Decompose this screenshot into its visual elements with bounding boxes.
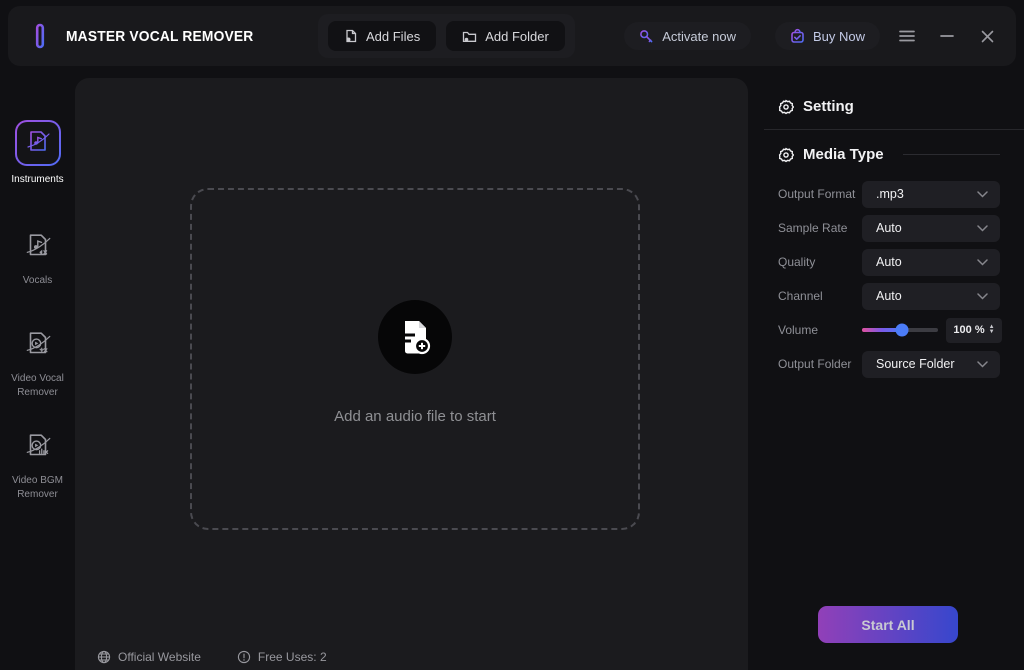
official-website-label: Official Website	[118, 650, 201, 664]
settings-panel: Setting Media Type Output Format .mp3 Sa…	[764, 78, 1024, 670]
audio-drop-zone[interactable]: Add an audio file to start	[190, 188, 640, 530]
add-files-label: Add Files	[366, 29, 420, 44]
add-files-button[interactable]: Add Files	[328, 21, 436, 51]
channel-value: Auto	[876, 289, 977, 303]
free-uses-label: Free Uses: 2	[258, 650, 327, 664]
channel-label: Channel	[778, 289, 862, 303]
output-folder-label: Output Folder	[778, 357, 862, 371]
app-logo: MASTER VOCAL REMOVER	[24, 20, 270, 52]
sidebar-label: Instruments	[11, 173, 63, 187]
sample-rate-label: Sample Rate	[778, 221, 862, 235]
info-icon	[237, 650, 251, 664]
sidebar-item-video-vocal-remover[interactable]: Video Vocal Remover	[3, 325, 73, 399]
drop-hint-text: Add an audio file to start	[192, 408, 638, 425]
globe-icon	[97, 650, 111, 664]
chevron-down-icon	[977, 361, 988, 368]
video-vocal-remover-icon	[18, 325, 58, 365]
volume-row: Volume 100 % ▲▼	[764, 313, 1024, 347]
chevron-down-icon	[977, 293, 988, 300]
channel-select[interactable]: Auto	[862, 283, 1000, 310]
add-folder-button[interactable]: Add Folder	[446, 21, 565, 51]
chevron-down-icon	[977, 225, 988, 232]
output-format-row: Output Format .mp3	[764, 177, 1024, 211]
app-title: MASTER VOCAL REMOVER	[66, 28, 253, 45]
media-type-title: Media Type	[803, 146, 884, 163]
buy-now-label: Buy Now	[813, 29, 865, 44]
quality-value: Auto	[876, 255, 977, 269]
quality-label: Quality	[778, 255, 862, 269]
free-uses-indicator: Free Uses: 2	[237, 650, 327, 664]
volume-spinbox[interactable]: 100 % ▲▼	[946, 318, 1002, 343]
setting-gear-icon	[778, 99, 794, 115]
output-format-select[interactable]: .mp3	[862, 181, 1000, 208]
sidebar-item-instruments[interactable]: Instruments	[3, 120, 73, 187]
activate-now-button[interactable]: Activate now	[624, 22, 751, 50]
main-panel: Add an audio file to start Official Webs…	[75, 78, 748, 670]
quality-select[interactable]: Auto	[862, 249, 1000, 276]
add-button-group: Add Files Add Folder	[318, 14, 575, 58]
chevron-down-icon	[977, 191, 988, 198]
buy-now-button[interactable]: Buy Now	[775, 22, 880, 50]
output-format-label: Output Format	[778, 187, 862, 201]
waveform-icon	[24, 20, 56, 52]
quality-row: Quality Auto	[764, 245, 1024, 279]
volume-value: 100 %	[953, 324, 984, 336]
minimize-icon[interactable]	[934, 23, 960, 49]
instruments-icon	[15, 120, 61, 166]
section-rule	[903, 154, 1000, 155]
vocals-icon	[18, 227, 58, 267]
chevron-down-icon	[977, 259, 988, 266]
official-website-link[interactable]: Official Website	[97, 650, 201, 664]
spinner-arrows-icon[interactable]: ▲▼	[989, 325, 995, 335]
output-format-value: .mp3	[876, 187, 977, 201]
output-folder-select[interactable]: Source Folder	[862, 351, 1000, 378]
sample-rate-row: Sample Rate Auto	[764, 211, 1024, 245]
setting-header: Setting	[764, 78, 1024, 129]
title-bar: MASTER VOCAL REMOVER Add Files Add Folde…	[8, 6, 1016, 66]
sample-rate-value: Auto	[876, 221, 977, 235]
main-footer: Official Website Free Uses: 2	[97, 650, 327, 664]
volume-label: Volume	[778, 323, 862, 337]
add-file-button[interactable]	[378, 300, 452, 374]
file-plus-icon	[399, 319, 431, 355]
sample-rate-select[interactable]: Auto	[862, 215, 1000, 242]
media-type-gear-icon	[778, 147, 794, 163]
sidebar-item-vocals[interactable]: Vocals	[3, 227, 73, 288]
activate-now-label: Activate now	[662, 29, 736, 44]
sidebar-label: Vocals	[23, 274, 52, 288]
volume-slider[interactable]	[862, 323, 938, 337]
sidebar-item-video-bgm-remover[interactable]: Video BGM Remover	[3, 427, 73, 501]
sidebar-label: Video BGM Remover	[3, 474, 73, 501]
output-folder-row: Output Folder Source Folder	[764, 347, 1024, 381]
start-all-button[interactable]: Start All	[818, 606, 958, 643]
menu-icon[interactable]	[894, 23, 920, 49]
output-folder-value: Source Folder	[876, 357, 977, 371]
close-icon[interactable]	[974, 23, 1000, 49]
shopping-bag-icon	[790, 28, 805, 44]
key-icon	[639, 29, 654, 44]
video-bgm-remover-icon	[18, 427, 58, 467]
folder-add-icon	[462, 30, 477, 43]
add-folder-label: Add Folder	[485, 29, 549, 44]
sidebar-label: Video Vocal Remover	[3, 372, 73, 399]
file-add-icon	[344, 29, 358, 43]
channel-row: Channel Auto	[764, 279, 1024, 313]
mode-sidebar: Instruments Vocals Vid	[0, 72, 75, 670]
setting-title: Setting	[803, 98, 854, 115]
media-type-header: Media Type	[764, 130, 1024, 169]
slider-thumb[interactable]	[896, 324, 909, 337]
